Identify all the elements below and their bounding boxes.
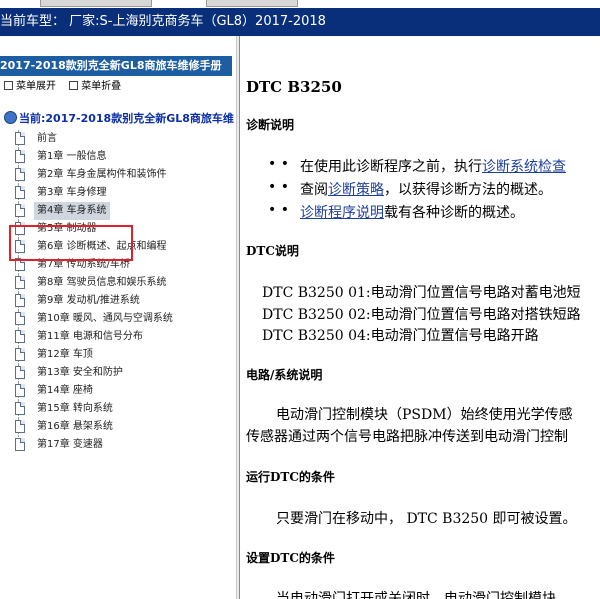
dtc-line-2: DTC B3250 02:电动滑门位置信号电路对搭铁短路: [262, 307, 581, 323]
run-conditions-text: 只要滑门在移动中， DTC B3250 即可被设置。: [276, 511, 577, 527]
dtc-line-3: DTC B3250 04:电动滑门位置信号电路开路: [262, 328, 539, 344]
tree-item[interactable]: 第12章 车顶: [0, 346, 236, 364]
tree-item-label: 第4章 车身系统: [34, 202, 110, 220]
run-conditions-heading: 运行DTC的条件: [246, 470, 335, 484]
tree-item-label: 前言: [37, 133, 57, 144]
menu-expand-button[interactable]: 菜单展开: [0, 78, 56, 96]
manual-tree-pane: 2017-2018款别克全新GL8商旅车维修手册 菜单展开 菜单折叠 当前:20…: [0, 36, 236, 599]
expand-icon: [4, 81, 13, 90]
circuit-paragraph-line-2: 传感器通过两个信号电路把脉冲传送到电动滑门控制: [246, 429, 568, 445]
document-icon: [15, 150, 25, 163]
manual-title[interactable]: 2017-2018款别克全新GL8商旅车维修手册: [0, 56, 232, 76]
tree-root-label: 当前:2017-2018款别克全新GL8商旅车维: [19, 112, 234, 125]
tree-item-label: 第3章 车身修理: [37, 187, 107, 198]
tree-item[interactable]: 第16章 悬架系统: [0, 418, 236, 436]
circuit-paragraph-line-1: 电动滑门控制模块（PSDM）始终使用光学传感: [276, 407, 573, 423]
tree-item[interactable]: 第4章 车身系统: [0, 202, 236, 220]
document-icon: [15, 204, 25, 217]
bullet-3-text: 载有各种诊断的概述。: [384, 205, 524, 221]
document-icon: [15, 402, 25, 415]
circuit-heading: 电路/系统说明: [246, 368, 323, 382]
toolbar-button[interactable]: [206, 0, 298, 7]
tree-item-label: 第11章 电源和信号分布: [37, 331, 143, 342]
dtc-line-1: DTC B3250 01:电动滑门位置信号电路对蓄电池短: [262, 285, 581, 301]
tree-item[interactable]: 第2章 车身金属构件和装饰件: [0, 166, 236, 184]
set-conditions-heading: 设置DTC的条件: [246, 551, 335, 565]
document-icon: [15, 186, 25, 199]
document-icon: [15, 168, 25, 181]
vehicle-info-bar: 当前车型： 厂家:S-上海别克商务车（GL8）2017-2018: [0, 8, 600, 36]
bullet-3: 诊断程序说明载有各种诊断的概述。: [300, 202, 524, 222]
document-icon: [15, 438, 25, 451]
tree-root-current[interactable]: 当前:2017-2018款别克全新GL8商旅车维: [4, 110, 234, 128]
highlight-annotation-box: [9, 225, 133, 261]
tree-item[interactable]: 第13章 安全和防护: [0, 364, 236, 382]
diag-procedure-link[interactable]: 诊断程序说明: [300, 205, 384, 221]
bullet-marker: • •: [268, 179, 289, 195]
document-icon: [15, 384, 25, 397]
menu-toggle-bar: 菜单展开 菜单折叠: [0, 78, 121, 96]
top-toolbar-strip: [0, 0, 600, 8]
tree-item-label: 第16章 悬架系统: [37, 421, 113, 432]
collapse-icon: [69, 81, 79, 90]
tree-item-label: 第15章 转向系统: [37, 403, 113, 414]
bullet-2-text-end: ，以获得诊断方法的概述。: [384, 182, 552, 198]
document-pane: DTC B3250 诊断说明 • • 在使用此诊断程序之前，执行诊断系统检查 •…: [240, 36, 600, 599]
tree-item-label: 第10章 暖风、通风与空调系统: [37, 313, 173, 324]
document-icon: [15, 348, 25, 361]
document-icon: [15, 312, 25, 325]
tree-item-label: 第14章 座椅: [37, 385, 93, 396]
toolbar-button[interactable]: [40, 0, 152, 7]
document-icon: [15, 276, 25, 289]
menu-expand-label: 菜单展开: [16, 81, 56, 92]
bullet-1: 在使用此诊断程序之前，执行诊断系统检查: [300, 156, 566, 176]
tree-item-label: 第2章 车身金属构件和装饰件: [37, 169, 167, 180]
tree-item[interactable]: 第17章 变速器: [0, 436, 236, 454]
tree-item[interactable]: 第8章 驾驶员信息和娱乐系统: [0, 274, 236, 292]
tree-item-label: 第1章 一般信息: [37, 151, 107, 162]
document-icon: [15, 420, 25, 433]
menu-collapse-button[interactable]: 菜单折叠: [65, 78, 121, 96]
bullet-2: 查阅诊断策略，以获得诊断方法的概述。: [300, 179, 552, 199]
bullet-2-text: 查阅: [300, 182, 328, 198]
bullet-1-text: 在使用此诊断程序之前，执行: [300, 159, 482, 175]
tree-item[interactable]: 前言: [0, 130, 236, 148]
dtc-title: DTC B3250: [246, 78, 342, 96]
tree-item-label: 第17章 变速器: [37, 439, 103, 450]
dtc-heading: DTC说明: [246, 244, 299, 258]
tree-item[interactable]: 第10章 暖风、通风与空调系统: [0, 310, 236, 328]
document-icon: [15, 330, 25, 343]
set-conditions-text: 当电动滑门打开或关闭时，电动滑门控制模块: [276, 591, 556, 599]
diag-heading: 诊断说明: [246, 118, 295, 132]
diag-system-check-link[interactable]: 诊断系统检查: [482, 159, 566, 175]
bullet-marker: • •: [268, 202, 289, 218]
menu-collapse-label: 菜单折叠: [81, 81, 122, 92]
tree-item[interactable]: 第3章 车身修理: [0, 184, 236, 202]
tree-item-label: 第9章 发动机/推进系统: [37, 295, 140, 306]
tree-item[interactable]: 第15章 转向系统: [0, 400, 236, 418]
document-icon: [15, 132, 25, 145]
bullet-marker: • •: [268, 156, 289, 172]
tree-item-label: 第12章 车顶: [37, 349, 93, 360]
globe-icon: [4, 111, 17, 124]
document-icon: [15, 294, 25, 307]
tree-item[interactable]: 第14章 座椅: [0, 382, 236, 400]
tree-item-label: 第13章 安全和防护: [37, 367, 123, 378]
diag-strategy-link[interactable]: 诊断策略: [328, 182, 384, 198]
tree-item[interactable]: 第9章 发动机/推进系统: [0, 292, 236, 310]
tree-item[interactable]: 第1章 一般信息: [0, 148, 236, 166]
tree-item[interactable]: 第11章 电源和信号分布: [0, 328, 236, 346]
tree-item-label: 第8章 驾驶员信息和娱乐系统: [37, 277, 167, 288]
document-icon: [15, 366, 25, 379]
